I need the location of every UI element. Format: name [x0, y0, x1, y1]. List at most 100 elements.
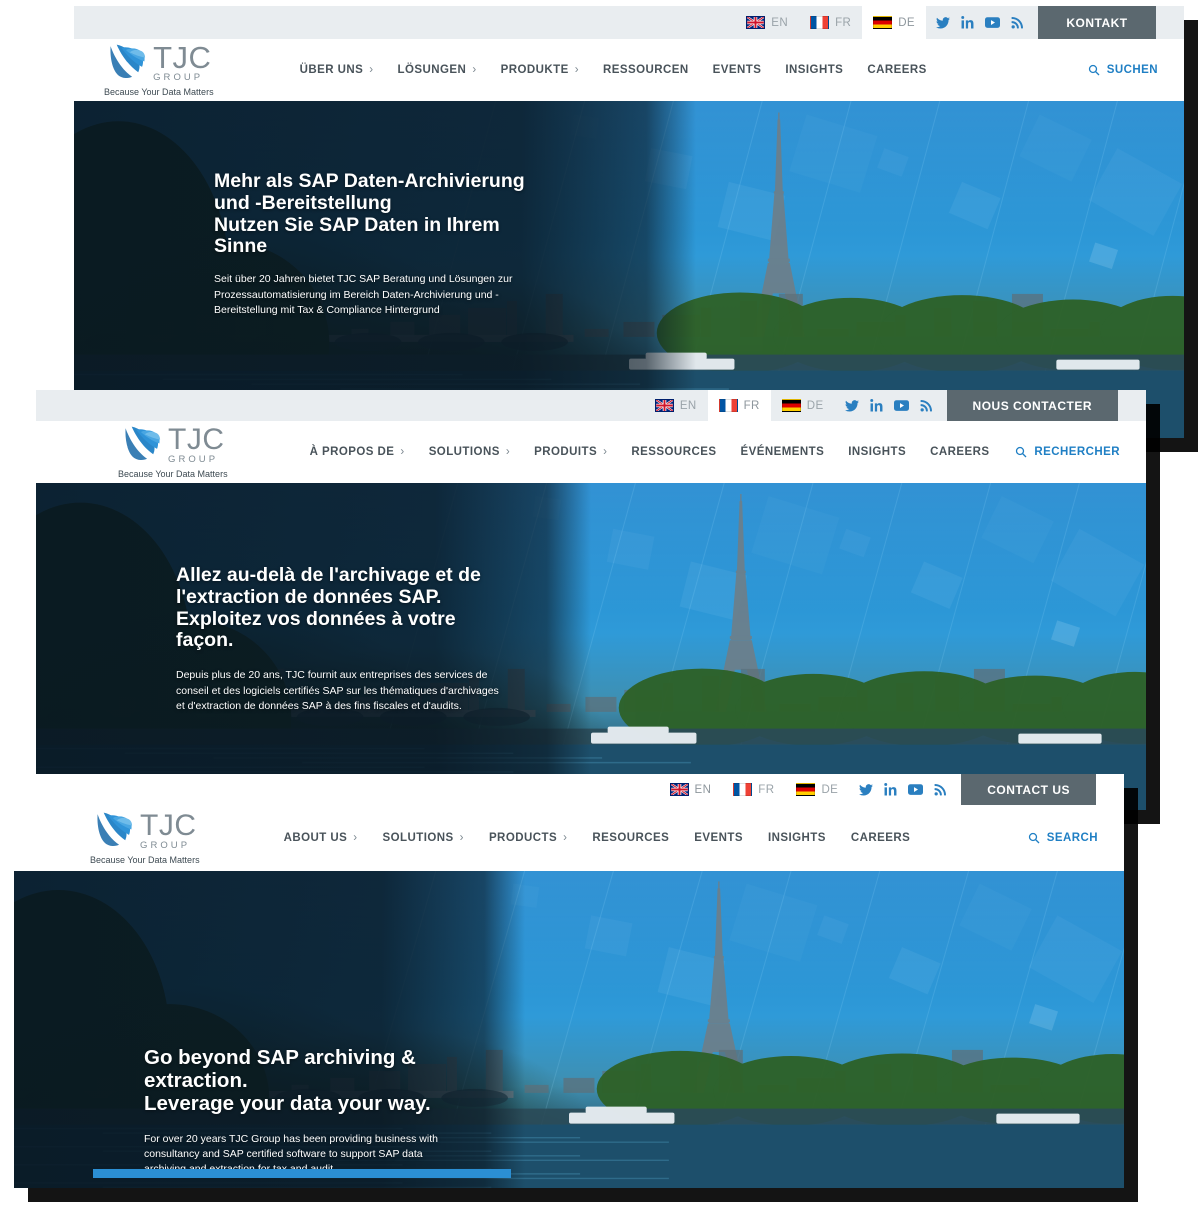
nav-item-label: PRODUITS — [534, 446, 598, 458]
hero-slider-progress-fill — [93, 1169, 512, 1178]
social-links — [926, 6, 1038, 39]
youtube-icon[interactable] — [985, 17, 1000, 28]
language-switch-de[interactable]: DE — [862, 6, 926, 39]
germany-flag-icon — [781, 399, 801, 412]
nav-item-products[interactable]: PRODUCTS › — [489, 832, 567, 844]
main-navigation: ABOUT US › SOLUTIONS › PRODUCTS › RESOURCES EVE… — [284, 832, 911, 844]
nav-item-label: RESOURCES — [592, 832, 670, 844]
chevron-right-icon: › — [505, 446, 511, 458]
nav-item-produkte[interactable]: PRODUKTE › — [501, 64, 579, 76]
search-label: SEARCH — [1046, 832, 1098, 844]
language-switch-de[interactable]: DE — [771, 390, 835, 421]
logo[interactable]: TJC GROUP Because Your Data Matters — [118, 424, 228, 479]
chevron-right-icon: › — [369, 64, 374, 76]
hero-headline: Allez au-delà de l'archivage et de l'ext… — [176, 564, 481, 652]
contact-button[interactable]: KONTAKT — [1038, 6, 1156, 39]
hero-copy: Go beyond SAP archiving & extraction. Lev… — [144, 1046, 464, 1178]
logo-wordmark: TJC — [153, 40, 212, 76]
hero-banner: Go beyond SAP archiving & extraction. Lev… — [14, 871, 1124, 1188]
tjc-leaf-logo-icon — [93, 811, 139, 851]
twitter-icon[interactable] — [859, 783, 874, 796]
nav-item-label: CAREERS — [867, 64, 927, 76]
nav-item-label: À PROPOS DE — [309, 446, 395, 458]
twitter-icon[interactable] — [936, 16, 950, 29]
hero-headline: Mehr als SAP Daten-Archivierung und -Ber… — [214, 170, 525, 258]
utility-bar: EN FR DE KONTAKT — [74, 6, 1184, 39]
linkedin-icon[interactable] — [961, 16, 974, 29]
search-link[interactable]: SUCHEN — [1088, 64, 1158, 76]
nav-item-ressources[interactable]: RESSOURCES — [631, 446, 716, 458]
browser-window-en[interactable]: EN FR DE CONTACT US TJC GROUP Because Yo… — [14, 774, 1124, 1188]
linkedin-icon[interactable] — [869, 399, 883, 412]
language-switch-fr[interactable]: FR — [799, 6, 862, 39]
logo-tagline: Because Your Data Matters — [118, 469, 228, 479]
language-label: FR — [835, 16, 852, 29]
hero-copy: Allez au-delà de l'archivage et de l'ext… — [176, 564, 506, 714]
nav-item-l-sungen[interactable]: LÖSUNGEN › — [398, 64, 477, 76]
logo-subword: GROUP — [168, 454, 219, 465]
youtube-icon[interactable] — [908, 784, 924, 795]
language-label: DE — [898, 16, 915, 29]
nav-item-v-nements[interactable]: ÉVÉNEMENTS — [740, 446, 824, 458]
language-switch-de[interactable]: DE — [785, 774, 849, 805]
contact-button[interactable]: NOUS CONTACTER — [946, 390, 1118, 421]
nav-item-label: EVENTS — [694, 832, 743, 844]
language-switch-en[interactable]: EN — [735, 6, 799, 39]
language-switch-en[interactable]: EN — [644, 390, 708, 421]
search-icon — [1028, 832, 1040, 844]
nav-item-label: LÖSUNGEN — [397, 64, 467, 76]
nav-item-ressourcen[interactable]: RESSOURCEN — [603, 64, 689, 76]
nav-item-label: INSIGHTS — [767, 832, 826, 844]
utility-bar: EN FR DE CONTACT US — [14, 774, 1124, 805]
nav-item-careers[interactable]: CAREERS — [930, 446, 989, 458]
rss-icon[interactable] — [934, 783, 947, 796]
nav-item-ber-uns[interactable]: ÜBER UNS › — [300, 64, 374, 76]
contact-button[interactable]: CONTACT US — [961, 774, 1096, 805]
language-switch-fr[interactable]: FR — [722, 774, 785, 805]
nav-item-insights[interactable]: INSIGHTS — [848, 446, 906, 458]
nav-item-events[interactable]: EVENTS — [713, 64, 762, 76]
nav-item-label: ABOUT US — [283, 832, 348, 844]
logo[interactable]: TJC GROUP Because Your Data Matters — [90, 810, 200, 865]
nav-item-propos-de[interactable]: À PROPOS DE › — [310, 446, 405, 458]
nav-item-events[interactable]: EVENTS — [694, 832, 743, 844]
hero-banner: Mehr als SAP Daten-Archivierung und -Ber… — [74, 101, 1184, 438]
nav-item-solutions[interactable]: SOLUTIONS › — [383, 832, 464, 844]
language-label: EN — [771, 16, 789, 29]
uk-flag-icon — [746, 16, 766, 29]
nav-item-solutions[interactable]: SOLUTIONS › — [429, 446, 510, 458]
nav-item-insights[interactable]: INSIGHTS — [785, 64, 843, 76]
social-links — [835, 390, 947, 421]
hero-body: Seit über 20 Jahren bietet TJC SAP Berat… — [214, 273, 513, 316]
nav-item-label: CAREERS — [850, 832, 911, 844]
rss-icon[interactable] — [1011, 16, 1024, 29]
screenshot-stage: EN FR DE KONTAKT TJC GROUP Because Your … — [0, 0, 1200, 1218]
utility-bar-tail — [1118, 390, 1146, 421]
logo-subword: GROUP — [153, 72, 204, 84]
browser-window-fr[interactable]: EN FR DE NOUS CONTACTER TJC GROUP Becaus… — [36, 390, 1146, 810]
nav-item-about-us[interactable]: ABOUT US › — [284, 832, 358, 844]
language-switch-fr[interactable]: FR — [707, 390, 771, 421]
linkedin-icon[interactable] — [884, 783, 897, 796]
search-link[interactable]: SEARCH — [1028, 832, 1098, 844]
youtube-icon[interactable] — [893, 400, 909, 411]
utility-bar-tail — [1156, 6, 1184, 39]
uk-flag-icon — [654, 399, 674, 412]
nav-item-produits[interactable]: PRODUITS › — [534, 446, 607, 458]
social-links — [849, 774, 961, 805]
logo-tagline: Because Your Data Matters — [104, 87, 214, 97]
chevron-right-icon: › — [603, 446, 608, 458]
logo[interactable]: TJC GROUP Because Your Data Matters — [104, 40, 214, 97]
hero-slider-progress[interactable] — [93, 1169, 1113, 1178]
nav-item-careers[interactable]: CAREERS — [851, 832, 910, 844]
rss-icon[interactable] — [920, 399, 933, 412]
nav-item-resources[interactable]: RESOURCES — [592, 832, 669, 844]
chevron-right-icon: › — [472, 64, 477, 76]
nav-item-label: RESSOURCEN — [603, 64, 689, 76]
nav-item-insights[interactable]: INSIGHTS — [768, 832, 826, 844]
language-switch-en[interactable]: EN — [658, 774, 723, 805]
nav-item-careers[interactable]: CAREERS — [867, 64, 926, 76]
search-link[interactable]: RECHERCHER — [1015, 446, 1120, 458]
twitter-icon[interactable] — [844, 399, 859, 412]
browser-window-de[interactable]: EN FR DE KONTAKT TJC GROUP Because Your … — [74, 6, 1184, 438]
